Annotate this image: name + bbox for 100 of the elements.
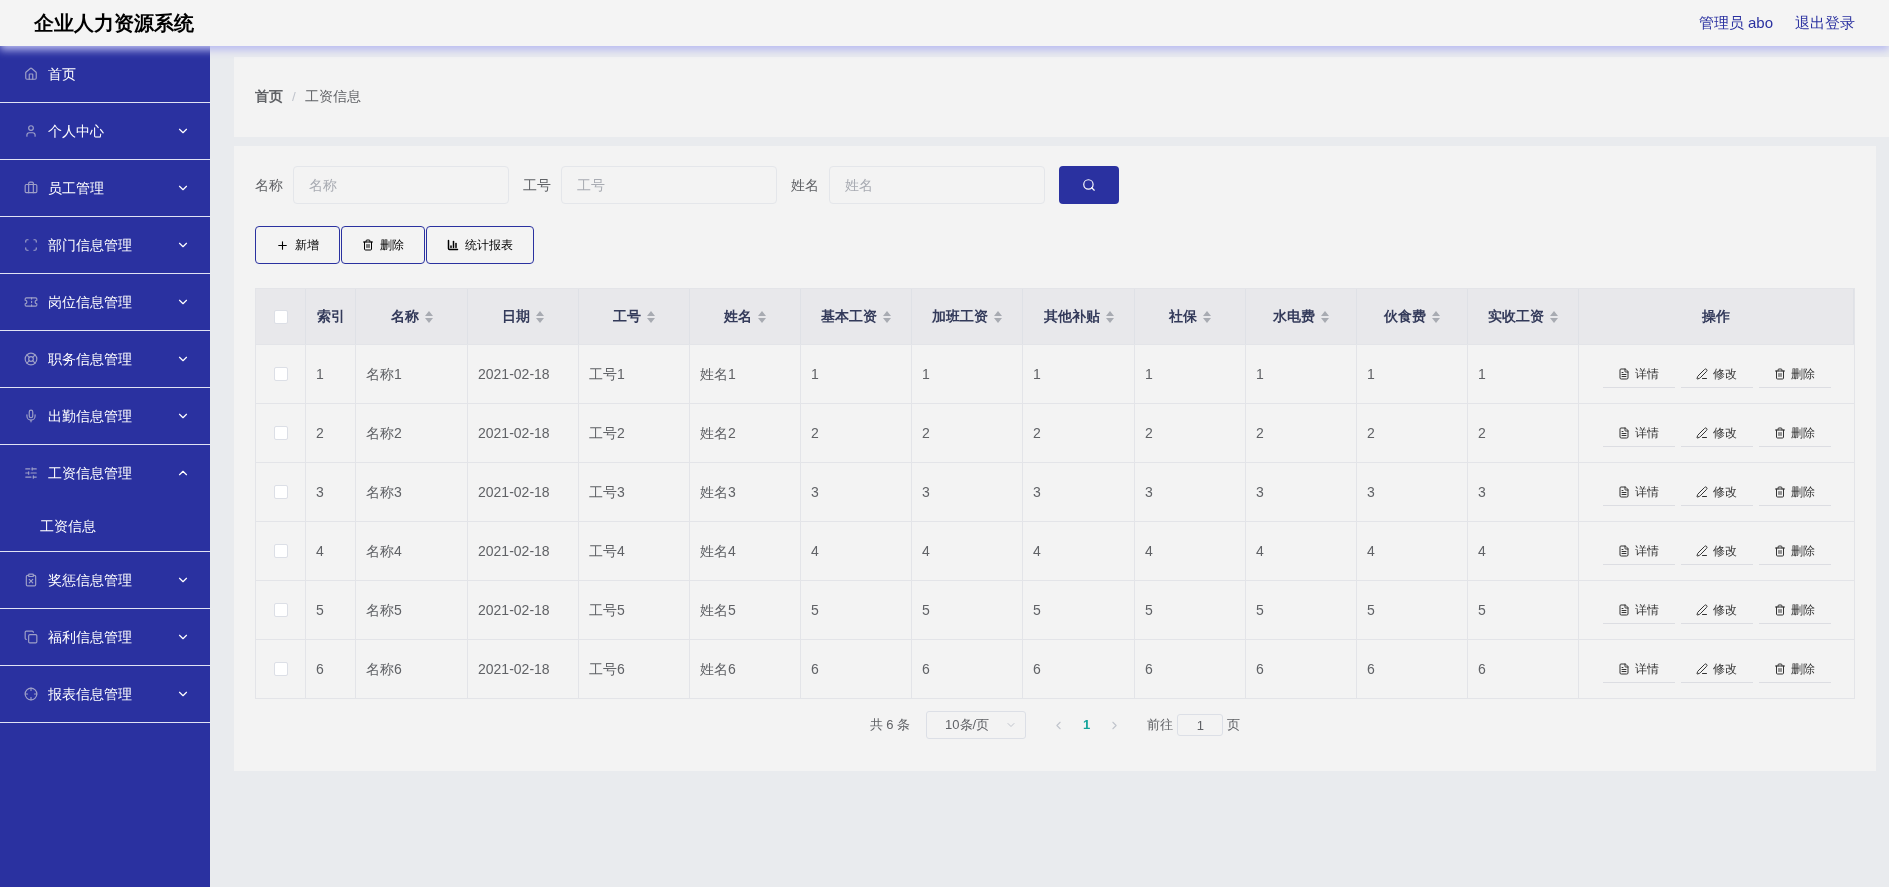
menu-item[interactable]: 工资信息管理: [0, 445, 210, 501]
row-action-button[interactable]: 详情: [1602, 419, 1675, 447]
row-action-button[interactable]: 修改: [1680, 360, 1753, 388]
row-action-button[interactable]: 修改: [1680, 537, 1753, 565]
menu-item[interactable]: 福利信息管理: [0, 609, 210, 665]
row-action-button[interactable]: 删除: [1758, 537, 1831, 565]
sort-icon[interactable]: [1432, 310, 1440, 323]
sort-icon[interactable]: [758, 310, 766, 323]
menu-item[interactable]: 奖惩信息管理: [0, 552, 210, 608]
row-action-button[interactable]: 修改: [1680, 478, 1753, 506]
column-title: 加班工资: [932, 307, 988, 326]
document-icon: [1618, 367, 1630, 380]
pen-icon: [1696, 367, 1708, 380]
menu-item[interactable]: 岗位信息管理: [0, 274, 210, 330]
sort-icon[interactable]: [1105, 310, 1114, 323]
column-header[interactable]: 工号: [579, 289, 690, 344]
checkbox[interactable]: [273, 603, 288, 617]
column-header[interactable]: 基本工资: [801, 289, 912, 344]
table-cell-text: 2: [316, 423, 324, 443]
page-size-select[interactable]: 10条/页: [926, 711, 1027, 739]
row-action-button[interactable]: 删除: [1758, 360, 1831, 388]
sort-icon[interactable]: [536, 310, 544, 323]
sort-icon[interactable]: [647, 310, 655, 323]
sort-icon[interactable]: [883, 310, 891, 323]
row-action-button[interactable]: 详情: [1602, 537, 1675, 565]
table-cell-text: 3: [1033, 482, 1041, 502]
sort-icon[interactable]: [1321, 310, 1329, 323]
column-header[interactable]: 伙食费: [1357, 289, 1468, 344]
column-header[interactable]: 社保: [1135, 289, 1246, 344]
action-button[interactable]: 统计报表: [426, 226, 534, 264]
table-cell-text: 3: [922, 482, 930, 502]
column-header[interactable]: 日期: [468, 289, 579, 344]
table-cell-text: 4: [1367, 541, 1375, 561]
user-name: 管理员 abo: [1698, 12, 1773, 33]
search-field[interactable]: 工号: [561, 166, 777, 204]
row-action-button[interactable]: 修改: [1680, 419, 1753, 447]
frame-icon: [24, 238, 38, 252]
sort-icon[interactable]: [424, 310, 433, 323]
checkbox[interactable]: [273, 426, 288, 440]
menu-item[interactable]: 职务信息管理: [0, 331, 210, 387]
menu-item[interactable]: 员工管理: [0, 160, 210, 216]
column-header[interactable]: 名称: [356, 289, 468, 344]
sort-icon[interactable]: [1550, 310, 1558, 323]
row-action-button[interactable]: 删除: [1758, 478, 1831, 506]
sort-icon[interactable]: [994, 310, 1002, 323]
table-cell-text: 6: [1256, 659, 1264, 679]
table-cell-text: 3: [1367, 482, 1375, 502]
checkbox[interactable]: [273, 367, 288, 381]
row-action-button[interactable]: 删除: [1758, 655, 1831, 683]
row-action-button[interactable]: 详情: [1602, 360, 1675, 388]
table-cell-text: 5: [1033, 600, 1041, 620]
menu-item[interactable]: 报表信息管理: [0, 666, 210, 722]
column-title: 伙食费: [1384, 307, 1426, 326]
table-cell-text: 1: [1367, 364, 1375, 384]
field-label: 姓名: [791, 175, 819, 195]
column-title: 社保: [1169, 307, 1197, 326]
field-label: 名称: [255, 175, 283, 195]
submenu-item[interactable]: 工资信息: [0, 501, 210, 551]
action-button[interactable]: 新增: [255, 226, 340, 264]
table-cell-text: 名称3: [366, 482, 402, 502]
menu-item[interactable]: 首页: [0, 46, 210, 102]
row-action-button[interactable]: 详情: [1602, 655, 1675, 683]
column-header[interactable]: 加班工资: [912, 289, 1023, 344]
sort-icon[interactable]: [1203, 310, 1211, 323]
search-button[interactable]: [1059, 166, 1119, 204]
row-action-button[interactable]: 删除: [1758, 596, 1831, 624]
action-button[interactable]: 删除: [341, 226, 425, 264]
breadcrumb-item[interactable]: 首页: [255, 86, 283, 108]
menu-item[interactable]: 部门信息管理: [0, 217, 210, 273]
checkbox[interactable]: [273, 309, 288, 324]
table-cell-text: 2021-02-18: [478, 423, 550, 443]
row-action-button[interactable]: 修改: [1680, 596, 1753, 624]
search-field[interactable]: 名称: [293, 166, 509, 204]
app-title: 企业人力资源系统: [34, 11, 194, 36]
table-cell-text: 4: [1478, 541, 1486, 561]
page-input[interactable]: 1: [1177, 714, 1224, 736]
row-action-button[interactable]: 修改: [1680, 655, 1753, 683]
column-header[interactable]: 实收工资: [1468, 289, 1579, 344]
logout-link[interactable]: 退出登录: [1795, 11, 1855, 35]
menu-label: 员工管理: [48, 178, 105, 198]
row-action-button[interactable]: 详情: [1602, 478, 1675, 506]
table-cell-text: 4: [922, 541, 930, 561]
row-action-button[interactable]: 删除: [1758, 419, 1831, 447]
crosshair-icon: [24, 687, 38, 701]
table-cell-text: 2: [1145, 423, 1153, 443]
column-header[interactable]: 姓名: [690, 289, 801, 344]
column-header[interactable]: 水电费: [1246, 289, 1357, 344]
search-field[interactable]: 姓名: [829, 166, 1045, 204]
row-action-button[interactable]: 详情: [1602, 596, 1675, 624]
column-header[interactable]: 其他补贴: [1023, 289, 1135, 344]
user-icon: [24, 124, 38, 138]
breadcrumb-separator: /: [292, 87, 296, 106]
table-cell-text: 姓名3: [700, 482, 736, 502]
menu-item[interactable]: 出勤信息管理: [0, 388, 210, 444]
checkbox[interactable]: [273, 544, 288, 558]
table-cell-text: 2: [1033, 423, 1041, 443]
menu-item[interactable]: 个人中心: [0, 103, 210, 159]
checkbox[interactable]: [273, 662, 288, 676]
checkbox[interactable]: [273, 485, 288, 499]
table-cell-text: 6: [1033, 659, 1041, 679]
